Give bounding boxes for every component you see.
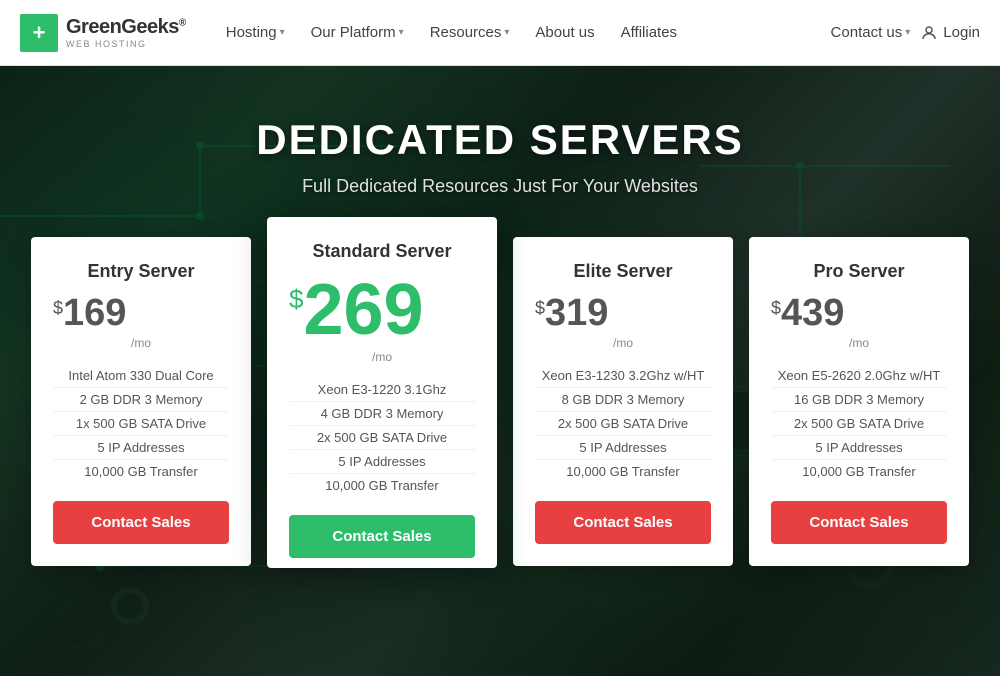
logo-name: GreenGeeks® [66,16,186,39]
plan-card-entry: Entry Server $ 169 /mo Intel Atom 330 Du… [31,237,251,566]
hero-section: DEDICATED SERVERS Full Dedicated Resourc… [0,66,1000,676]
per-month: /mo [289,350,475,364]
logo-icon: + [20,14,58,52]
plan-name: Standard Server [289,241,475,262]
hero-title: DEDICATED SERVERS [0,116,1000,164]
nav-right: Contact us ▾ Login [831,24,980,42]
features-list: Xeon E5-2620 2.0Ghz w/HT 16 GB DDR 3 Mem… [771,364,947,483]
plan-card-elite: Elite Server $ 319 /mo Xeon E3-1230 3.2G… [513,237,733,566]
chevron-down-icon: ▾ [280,27,285,38]
contact-us-button[interactable]: Contact us ▾ [831,24,911,41]
feature-item: 10,000 GB Transfer [53,460,229,483]
user-icon [920,24,938,42]
nav-item-resources[interactable]: Resources ▾ [420,16,520,49]
price-amount: 439 [781,294,844,332]
nav-links: Hosting ▾ Our Platform ▾ Resources ▾ Abo… [216,16,831,49]
price-row: $ 169 [53,294,229,332]
features-list: Xeon E3-1220 3.1Ghz 4 GB DDR 3 Memory 2x… [289,378,475,497]
feature-item: 5 IP Addresses [289,450,475,474]
contact-sales-button[interactable]: Contact Sales [771,501,947,544]
dollar-sign: $ [535,298,545,319]
contact-sales-button[interactable]: Contact Sales [53,501,229,544]
feature-item: Intel Atom 330 Dual Core [53,364,229,388]
dollar-sign: $ [53,298,63,319]
feature-item: 16 GB DDR 3 Memory [771,388,947,412]
hero-subtitle: Full Dedicated Resources Just For Your W… [0,176,1000,197]
plan-card-pro: Pro Server $ 439 /mo Xeon E5-2620 2.0Ghz… [749,237,969,566]
feature-item: 10,000 GB Transfer [771,460,947,483]
plan-card-standard: Standard Server $ 269 /mo Xeon E3-1220 3… [267,217,497,568]
features-list: Intel Atom 330 Dual Core 2 GB DDR 3 Memo… [53,364,229,483]
hero-content: DEDICATED SERVERS Full Dedicated Resourc… [0,66,1000,588]
feature-item: 8 GB DDR 3 Memory [535,388,711,412]
contact-sales-button[interactable]: Contact Sales [535,501,711,544]
plan-name: Pro Server [771,261,947,282]
chevron-down-icon: ▾ [399,27,404,38]
per-month: /mo [771,336,947,350]
feature-item: 10,000 GB Transfer [289,474,475,497]
plan-name: Entry Server [53,261,229,282]
price-amount: 269 [303,274,423,346]
pricing-cards: Entry Server $ 169 /mo Intel Atom 330 Du… [0,237,1000,588]
logo-sub: WEB HOSTING [66,39,186,49]
feature-item: 5 IP Addresses [53,436,229,460]
price-amount: 319 [545,294,608,332]
chevron-down-icon: ▾ [504,27,509,38]
nav-item-affiliates[interactable]: Affiliates [611,16,687,49]
feature-item: 2x 500 GB SATA Drive [289,426,475,450]
price-row: $ 439 [771,294,947,332]
feature-item: 1x 500 GB SATA Drive [53,412,229,436]
nav-item-platform[interactable]: Our Platform ▾ [301,16,414,49]
feature-item: Xeon E3-1220 3.1Ghz [289,378,475,402]
feature-item: Xeon E3-1230 3.2Ghz w/HT [535,364,711,388]
nav-item-hosting[interactable]: Hosting ▾ [216,16,295,49]
dollar-sign: $ [289,284,303,315]
chevron-down-icon: ▾ [905,27,910,38]
logo[interactable]: + GreenGeeks® WEB HOSTING [20,14,186,52]
dollar-sign: $ [771,298,781,319]
nav-item-about[interactable]: About us [525,16,604,49]
feature-item: 2 GB DDR 3 Memory [53,388,229,412]
per-month: /mo [535,336,711,350]
price-amount: 169 [63,294,126,332]
feature-item: 2x 500 GB SATA Drive [771,412,947,436]
feature-item: 10,000 GB Transfer [535,460,711,483]
contact-sales-button[interactable]: Contact Sales [289,515,475,558]
feature-item: 2x 500 GB SATA Drive [535,412,711,436]
feature-item: 5 IP Addresses [535,436,711,460]
features-list: Xeon E3-1230 3.2Ghz w/HT 8 GB DDR 3 Memo… [535,364,711,483]
price-row: $ 269 [289,274,475,346]
feature-item: 5 IP Addresses [771,436,947,460]
feature-item: Xeon E5-2620 2.0Ghz w/HT [771,364,947,388]
login-button[interactable]: Login [920,24,980,42]
feature-item: 4 GB DDR 3 Memory [289,402,475,426]
price-row: $ 319 [535,294,711,332]
navbar: + GreenGeeks® WEB HOSTING Hosting ▾ Our … [0,0,1000,66]
plan-name: Elite Server [535,261,711,282]
per-month: /mo [53,336,229,350]
